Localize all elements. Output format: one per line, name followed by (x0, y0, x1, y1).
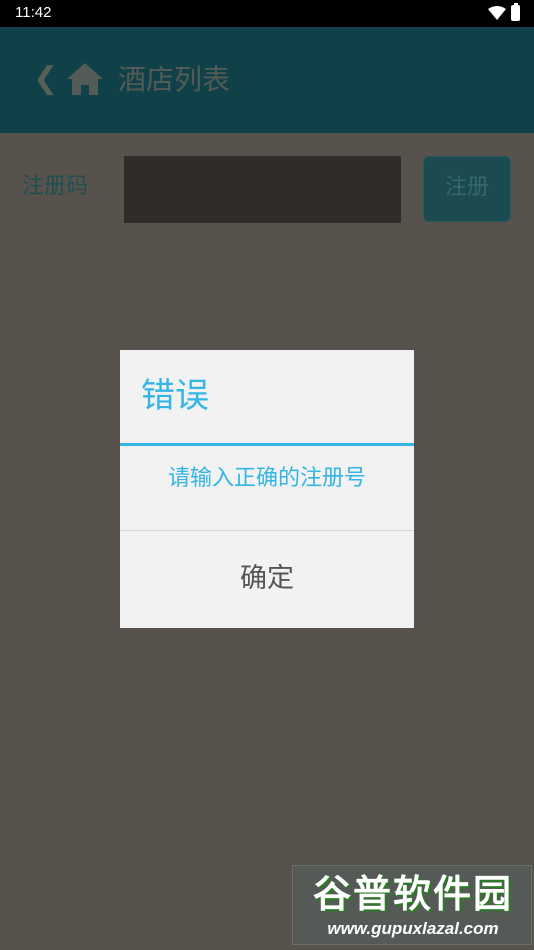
dialog-message: 请输入正确的注册号 (167, 466, 366, 491)
watermark-logo: 谷普软件园 www.gupuxlazal.com (292, 865, 532, 945)
dialog-title-divider (120, 443, 414, 446)
registration-code-input[interactable] (124, 156, 401, 223)
status-time: 11:42 (15, 4, 52, 21)
page-title: 酒店列表 (118, 63, 231, 96)
error-dialog: 错误 请输入正确的注册号 确定 (120, 350, 414, 628)
dialog-title: 错误 (141, 376, 209, 416)
battery-icon (511, 3, 520, 21)
ok-button[interactable]: 确定 (120, 531, 414, 628)
wifi-icon (488, 6, 506, 24)
home-icon[interactable] (65, 61, 105, 101)
status-bar: 11:42 (0, 0, 534, 27)
chevron-left-icon[interactable]: ❮ (33, 61, 58, 97)
register-button[interactable]: 注册 (423, 156, 511, 222)
watermark-logo-text: 谷普软件园 (312, 872, 513, 916)
registration-code-label: 注册码 (22, 174, 89, 199)
watermark-url: www.gupuxlazal.com (327, 919, 499, 938)
app-bar: ❮ 酒店列表 (0, 27, 534, 133)
